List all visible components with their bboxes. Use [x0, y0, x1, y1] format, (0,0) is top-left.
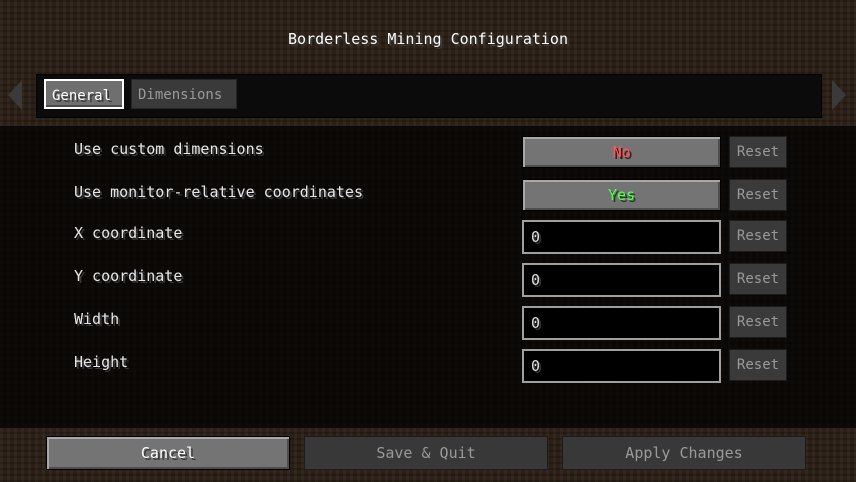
reset-button[interactable]: Reset [729, 306, 787, 338]
reset-button[interactable]: Reset [729, 179, 787, 211]
options-panel: Use custom dimensions No Reset Use monit… [0, 126, 856, 428]
option-row-use-custom-dimensions: Use custom dimensions No Reset [0, 136, 856, 170]
reset-button[interactable]: Reset [729, 349, 787, 381]
monitor-relative-toggle[interactable]: Yes [522, 179, 721, 211]
option-label: Width [74, 310, 120, 328]
option-label: Use custom dimensions [74, 140, 264, 158]
screen-title: Borderless Mining Configuration [288, 30, 568, 48]
option-label: Y coordinate [74, 267, 183, 285]
option-row-width: Width Reset [0, 306, 856, 340]
tab-dimensions[interactable]: Dimensions [131, 79, 237, 109]
option-label: X coordinate [74, 224, 183, 242]
cancel-button[interactable]: Cancel [46, 436, 290, 470]
option-row-y-coordinate: Y coordinate Reset [0, 263, 856, 297]
reset-button[interactable]: Reset [729, 220, 787, 252]
use-custom-dimensions-toggle[interactable]: No [522, 136, 721, 168]
option-row-monitor-relative: Use monitor-relative coordinates Yes Res… [0, 179, 856, 213]
width-input[interactable] [522, 306, 721, 340]
x-coordinate-input[interactable] [522, 220, 721, 254]
y-coordinate-input[interactable] [522, 263, 721, 297]
tab-general[interactable]: General [44, 79, 124, 109]
apply-changes-button[interactable]: Apply Changes [562, 436, 806, 470]
scroll-right-arrow-icon[interactable] [832, 80, 846, 110]
option-row-x-coordinate: X coordinate Reset [0, 220, 856, 254]
reset-button[interactable]: Reset [729, 263, 787, 295]
save-quit-button[interactable]: Save & Quit [304, 436, 548, 470]
reset-button[interactable]: Reset [729, 136, 787, 168]
height-input[interactable] [522, 349, 721, 383]
scroll-left-arrow-icon[interactable] [8, 80, 22, 110]
option-row-height: Height Reset [0, 349, 856, 383]
option-label: Height [74, 353, 129, 371]
option-label: Use monitor-relative coordinates [74, 183, 363, 201]
